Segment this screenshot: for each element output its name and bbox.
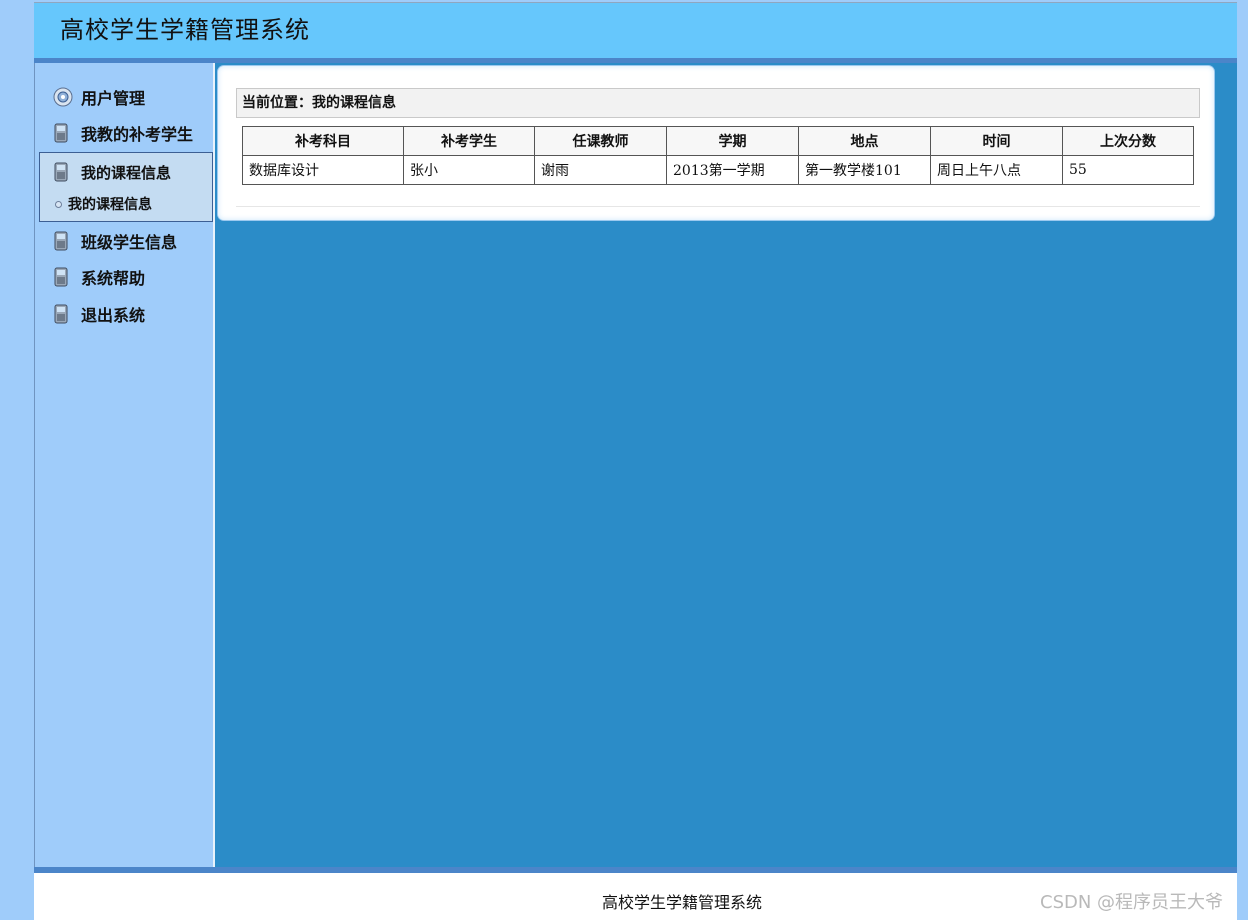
table-cell: 第一教学楼101: [798, 155, 931, 185]
table-row: 数据库设计 张小 谢雨 2013第一学期 第一教学楼101 周日上午八点 55: [242, 155, 1194, 185]
column-header: 任课教师: [534, 126, 667, 156]
column-header: 地点: [798, 126, 931, 156]
breadcrumb: 当前位置：我的课程信息: [236, 88, 1200, 118]
sidebar-item-label: 班级学生信息: [81, 233, 178, 252]
watermark: CSDN @程序员王大爷: [1040, 892, 1224, 913]
right-edge: [1237, 2, 1248, 920]
bullet-icon: [55, 200, 62, 208]
page-title: 高校学生学籍管理系统: [60, 16, 310, 44]
column-header: 补考科目: [242, 126, 404, 156]
phone-icon: [53, 162, 71, 182]
table-cell: 张小: [403, 155, 535, 185]
table-cell: 2013第一学期: [666, 155, 799, 185]
sidebar-item-makeup-students[interactable]: 我教的补考学生: [53, 121, 193, 145]
sidebar-item-help[interactable]: 系统帮助: [53, 265, 145, 289]
sidebar-item-user-management[interactable]: 用户管理: [53, 85, 145, 109]
sidebar-item-label: 我教的补考学生: [81, 125, 194, 144]
sidebar-subitem-label: 我的课程信息: [68, 197, 152, 213]
sidebar-item-label: 系统帮助: [81, 269, 146, 288]
sidebar-item-logout[interactable]: 退出系统: [53, 302, 145, 326]
sidebar-subitem-my-courses[interactable]: 我的课程信息: [55, 194, 152, 214]
column-header: 学期: [666, 126, 799, 156]
sidebar: 用户管理 我教的补考学生 我的课程信息 我的课程信息 班级学生信息 系统帮助 退…: [34, 63, 213, 867]
header: 高校学生学籍管理系统: [34, 2, 1237, 59]
table-cell: 谢雨: [534, 155, 667, 185]
column-header: 时间: [930, 126, 1063, 156]
course-table: 补考科目 补考学生 任课教师 学期 地点 时间 上次分数 数据库设计 张小 谢雨: [242, 126, 1194, 185]
sidebar-item-label: 用户管理: [81, 89, 146, 108]
sidebar-item-my-courses[interactable]: 我的课程信息: [53, 160, 171, 184]
sidebar-item-class-students[interactable]: 班级学生信息: [53, 229, 177, 253]
panel-divider: [236, 206, 1200, 207]
course-panel: 当前位置：我的课程信息 补考科目 补考学生 任课教师 学期 地点 时间 上次分数: [218, 66, 1214, 220]
sidebar-item-label: 我的课程信息: [81, 163, 172, 182]
column-header: 补考学生: [403, 126, 535, 156]
phone-icon: [53, 123, 71, 143]
column-header: 上次分数: [1062, 126, 1194, 156]
phone-icon: [53, 304, 71, 324]
app-frame: 高校学生学籍管理系统 用户管理 我教的补考学生 我的课程信息 我的课程信息 班级…: [34, 2, 1239, 920]
phone-icon: [53, 231, 71, 251]
table-cell: 周日上午八点: [930, 155, 1063, 185]
main-content: 当前位置：我的课程信息 补考科目 补考学生 任课教师 学期 地点 时间 上次分数: [213, 63, 1239, 867]
table-cell: 55: [1062, 155, 1194, 185]
disc-icon: [53, 87, 73, 107]
table-cell: 数据库设计: [242, 155, 404, 185]
table-header-row: 补考科目 补考学生 任课教师 学期 地点 时间 上次分数: [242, 126, 1194, 156]
phone-icon: [53, 267, 71, 287]
sidebar-item-label: 退出系统: [81, 306, 146, 325]
